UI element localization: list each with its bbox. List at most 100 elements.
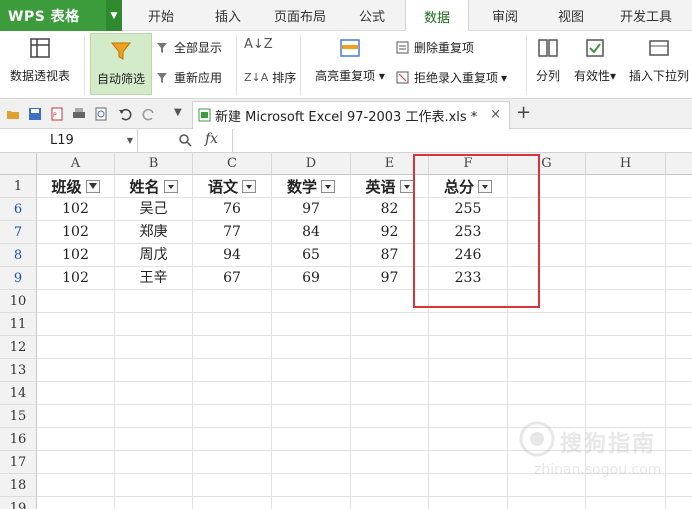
cell[interactable] — [37, 405, 115, 428]
close-icon[interactable]: × — [490, 107, 501, 122]
filter-dropdown-icon[interactable] — [399, 179, 414, 193]
column-header-h[interactable]: H — [586, 153, 666, 175]
cell[interactable] — [666, 359, 692, 382]
cell[interactable] — [586, 290, 666, 313]
cell[interactable] — [193, 336, 272, 359]
cell[interactable] — [666, 497, 692, 509]
cell[interactable] — [429, 405, 508, 428]
header-cell-class[interactable]: 班级 — [37, 175, 115, 198]
cell[interactable] — [429, 290, 508, 313]
cell[interactable]: 87 — [351, 244, 429, 267]
cell[interactable] — [272, 405, 351, 428]
cell[interactable] — [115, 451, 193, 474]
cell[interactable] — [586, 198, 666, 221]
header-cell-total[interactable]: 总分 — [429, 175, 508, 198]
cell[interactable] — [508, 336, 586, 359]
cell[interactable] — [508, 497, 586, 509]
cell[interactable] — [37, 359, 115, 382]
row-header[interactable]: 6 — [0, 198, 37, 221]
document-tab[interactable]: 新建 Microsoft Excel 97-2003 工作表.xls * × — [192, 101, 510, 129]
chevron-down-icon[interactable]: ▼ — [174, 107, 182, 118]
save-icon[interactable] — [28, 107, 42, 121]
cell[interactable]: 102 — [37, 198, 115, 221]
zoom-icon[interactable] — [178, 133, 192, 147]
chevron-down-icon[interactable]: ▼ — [127, 129, 133, 152]
row-header[interactable]: 16 — [0, 428, 37, 451]
cell[interactable]: 253 — [429, 221, 508, 244]
cell[interactable] — [37, 313, 115, 336]
filter-dropdown-icon[interactable] — [163, 179, 178, 193]
undo-icon[interactable] — [118, 107, 132, 121]
show-all-button[interactable]: 全部显示 — [156, 39, 222, 56]
cell[interactable] — [272, 313, 351, 336]
sort-button[interactable]: Z↓A 排序 — [244, 69, 296, 86]
cell[interactable]: 65 — [272, 244, 351, 267]
split-column-button[interactable]: 分列 — [530, 31, 566, 97]
cell[interactable]: 67 — [193, 267, 272, 290]
cell[interactable] — [429, 359, 508, 382]
cell[interactable] — [37, 451, 115, 474]
cell[interactable] — [586, 313, 666, 336]
cell[interactable] — [666, 244, 692, 267]
cell[interactable] — [429, 451, 508, 474]
filter-dropdown-icon[interactable] — [242, 179, 256, 193]
cell[interactable] — [37, 474, 115, 497]
cell[interactable] — [351, 497, 429, 509]
cell[interactable] — [666, 198, 692, 221]
row-header[interactable]: 17 — [0, 451, 37, 474]
print-preview-icon[interactable] — [94, 107, 108, 121]
cell[interactable] — [272, 290, 351, 313]
cell[interactable] — [193, 313, 272, 336]
cell[interactable] — [272, 428, 351, 451]
cell[interactable] — [508, 244, 586, 267]
cell[interactable] — [508, 198, 586, 221]
header-cell-name[interactable]: 姓名 — [115, 175, 193, 198]
cell[interactable] — [351, 336, 429, 359]
header-cell-english[interactable]: 英语 — [351, 175, 429, 198]
validity-button[interactable]: 有效性▾ — [568, 31, 622, 97]
cell[interactable] — [37, 336, 115, 359]
cell[interactable] — [429, 382, 508, 405]
cell[interactable] — [429, 474, 508, 497]
cell[interactable] — [508, 382, 586, 405]
tab-page-layout[interactable]: 页面布局 — [262, 0, 338, 31]
cell[interactable]: 王辛 — [115, 267, 193, 290]
cell[interactable]: 97 — [272, 198, 351, 221]
cell[interactable] — [193, 474, 272, 497]
cell[interactable]: 102 — [37, 221, 115, 244]
cell[interactable] — [429, 313, 508, 336]
insert-dropdown-button[interactable]: 插入下拉列 — [626, 31, 692, 97]
tab-developer[interactable]: 开发工具 — [608, 0, 684, 31]
header-cell-chinese[interactable]: 语文 — [193, 175, 272, 198]
cell[interactable]: 102 — [37, 244, 115, 267]
cell[interactable] — [351, 290, 429, 313]
cell[interactable] — [115, 382, 193, 405]
cell[interactable]: 102 — [37, 267, 115, 290]
cell[interactable] — [37, 382, 115, 405]
cell[interactable] — [351, 474, 429, 497]
cell[interactable] — [429, 497, 508, 509]
cell[interactable] — [351, 382, 429, 405]
row-header[interactable]: 18 — [0, 474, 37, 497]
cell[interactable] — [115, 497, 193, 509]
remove-duplicates-button[interactable]: 删除重复项 — [396, 39, 474, 56]
cell[interactable]: 76 — [193, 198, 272, 221]
app-menu-button[interactable]: WPS 表格 ▼ — [0, 0, 122, 31]
row-header[interactable]: 1 — [0, 175, 37, 198]
row-header[interactable]: 14 — [0, 382, 37, 405]
cell[interactable] — [115, 290, 193, 313]
sort-ascending-button[interactable]: A↓Z — [244, 37, 273, 52]
pivot-table-button[interactable]: 数据透视表 — [4, 31, 76, 97]
cell[interactable] — [586, 267, 666, 290]
cell[interactable] — [351, 428, 429, 451]
cell[interactable] — [508, 267, 586, 290]
cell[interactable] — [115, 405, 193, 428]
cell[interactable]: 77 — [193, 221, 272, 244]
column-header-b[interactable]: B — [115, 153, 193, 175]
tab-data[interactable]: 数据 — [405, 0, 469, 32]
row-header[interactable]: 9 — [0, 267, 37, 290]
column-header-d[interactable]: D — [272, 153, 351, 175]
cell[interactable] — [37, 497, 115, 509]
row-header[interactable]: 15 — [0, 405, 37, 428]
cell[interactable] — [193, 290, 272, 313]
